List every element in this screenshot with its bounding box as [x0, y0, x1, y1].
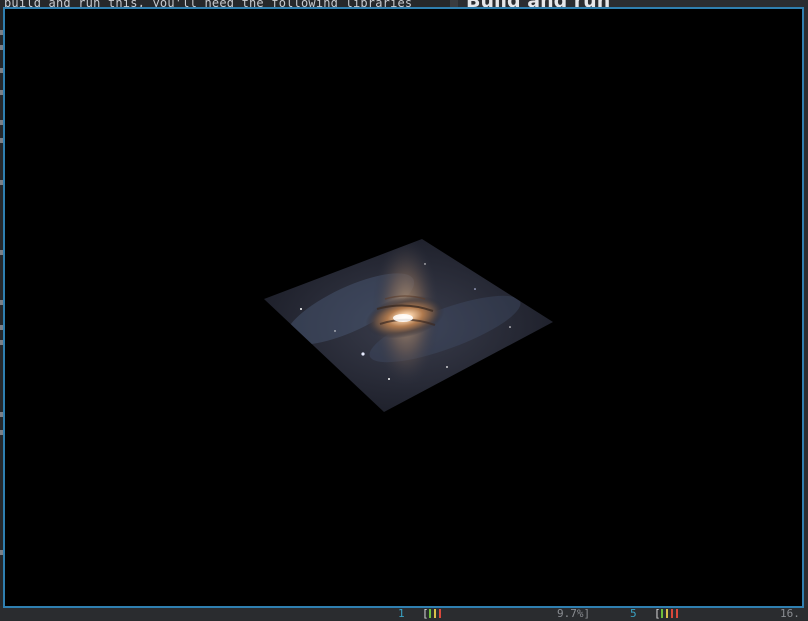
meter-segment [433, 609, 436, 618]
meter-segment [438, 609, 441, 618]
meter-segment [428, 609, 431, 618]
cpu-5-label: 5 [630, 607, 637, 620]
cpu-1-percent: 9.7%] [557, 607, 591, 620]
render-window[interactable] [3, 7, 804, 608]
render-scene [264, 239, 553, 412]
meter-open-bracket: [ [422, 607, 429, 620]
render-viewport[interactable] [5, 9, 802, 606]
meter-open-bracket: [ [654, 607, 661, 620]
meter-segment [670, 609, 673, 618]
meter-segment [675, 609, 678, 618]
desktop: build and run this, you'll need the foll… [0, 0, 808, 621]
cpu-1-label: 1 [398, 607, 405, 620]
cpu-1-meter: [ [422, 606, 444, 621]
galaxy-image [285, 239, 521, 387]
status-bar: 1 [ 9.7%] 5 [ 16. [0, 606, 808, 621]
cpu-5-percent: 16. [780, 607, 800, 620]
cpu-5-meter: [ [654, 606, 681, 621]
meter-segment [660, 609, 663, 618]
meter-segment [665, 609, 668, 618]
